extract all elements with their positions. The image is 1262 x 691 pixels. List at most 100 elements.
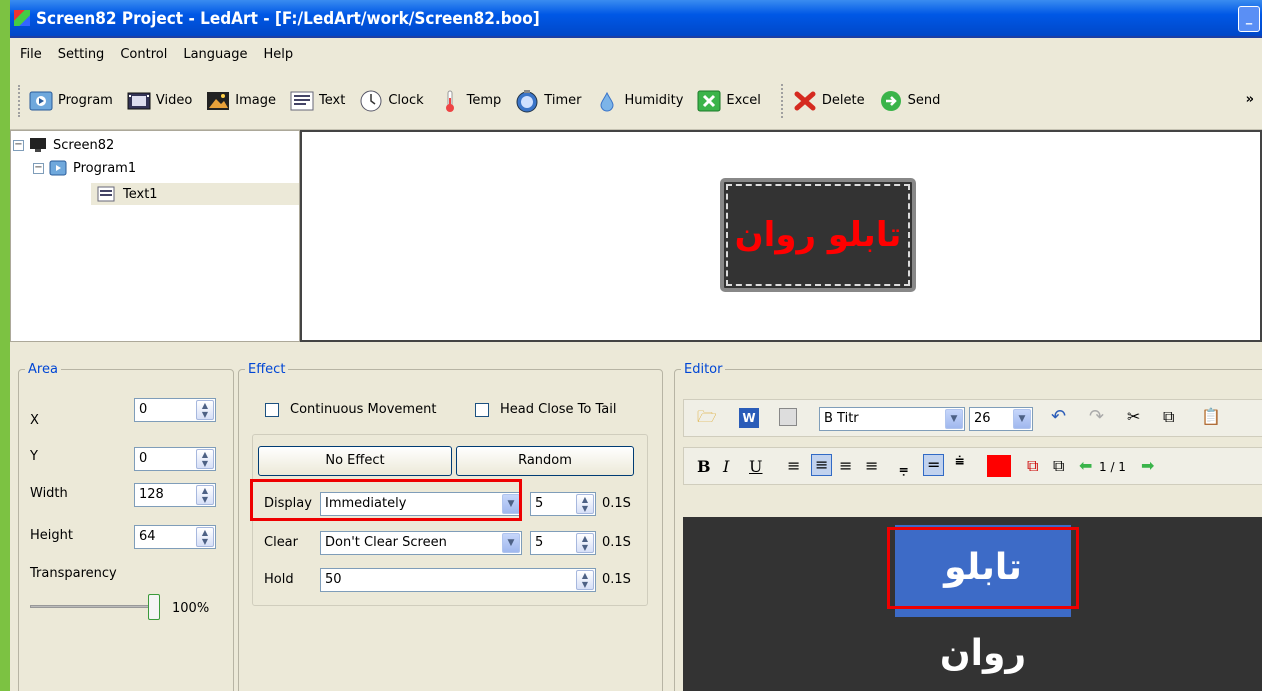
x-spinbox[interactable]: 0 ▲ ▼: [134, 398, 216, 422]
clear-speed-value: 5: [535, 535, 544, 550]
text-editor-area[interactable]: تابلو روان: [683, 517, 1262, 691]
continuous-movement-checkbox[interactable]: [265, 403, 279, 417]
app-window: Screen82 Project - LedArt - [F:/LedArt/w…: [10, 0, 1262, 691]
led-text-area[interactable]: تابلو روان: [720, 178, 916, 292]
foreground-color-icon[interactable]: ⧉: [1027, 456, 1038, 476]
transparency-slider-track[interactable]: [30, 605, 152, 608]
temp-label: Temp: [466, 93, 502, 108]
monitor-icon: [30, 138, 46, 152]
no-effect-button[interactable]: No Effect: [258, 446, 452, 476]
background-color-icon[interactable]: ⧉: [1053, 456, 1064, 476]
delete-x-icon: [793, 89, 817, 113]
collapse-toggle-icon[interactable]: −: [13, 139, 24, 151]
program-button[interactable]: Program: [27, 83, 115, 119]
menu-control[interactable]: Control: [112, 40, 175, 70]
image-button[interactable]: Image: [204, 83, 278, 119]
send-button[interactable]: Send: [877, 83, 943, 119]
bold-button[interactable]: B: [697, 457, 711, 477]
send-arrow-icon: [879, 89, 903, 113]
random-button[interactable]: Random: [456, 446, 634, 476]
font-size-select[interactable]: 26 ▼: [969, 407, 1033, 431]
program-icon: [49, 160, 67, 176]
valign-bottom-icon[interactable]: ⩦: [899, 459, 908, 479]
align-right-icon[interactable]: ≡: [839, 456, 852, 476]
spin-arrows-icon[interactable]: ▲ ▼: [576, 494, 594, 514]
toolbar-overflow-chevron[interactable]: »: [1246, 92, 1254, 107]
valign-middle-icon[interactable]: =: [923, 454, 945, 476]
toolbar-grip[interactable]: [18, 84, 21, 117]
head-close-label: Head Close To Tail: [500, 402, 617, 417]
image-label: Image: [235, 93, 277, 108]
transparency-value: 100%: [172, 601, 210, 616]
height-label: Height: [30, 528, 73, 543]
chevron-down-icon[interactable]: ▼: [945, 409, 963, 429]
excel-label: Excel: [726, 93, 761, 108]
clock-button[interactable]: Clock: [357, 83, 425, 119]
spin-arrows-icon[interactable]: ▲ ▼: [196, 485, 214, 505]
spin-arrows-icon[interactable]: ▲ ▼: [576, 533, 594, 553]
effect-legend: Effect: [248, 362, 286, 377]
screen-preview[interactable]: تابلو روان: [300, 130, 1262, 342]
width-spinbox[interactable]: 128 ▲ ▼: [134, 483, 216, 507]
head-close-checkbox[interactable]: [475, 403, 489, 417]
send-label: Send: [907, 93, 941, 108]
humidity-button[interactable]: Humidity: [593, 83, 685, 119]
highlight-box-editor-text: [887, 527, 1079, 609]
spin-arrows-icon[interactable]: ▲ ▼: [196, 449, 214, 469]
underline-button[interactable]: U: [749, 457, 762, 477]
spin-arrows-icon[interactable]: ▲ ▼: [196, 400, 214, 420]
valign-top-icon[interactable]: ⩧: [955, 451, 964, 471]
prev-page-arrow-icon[interactable]: ⬅: [1079, 456, 1092, 476]
tree-node-text[interactable]: Text1: [91, 183, 299, 205]
save-icon[interactable]: [779, 408, 797, 426]
minimize-button[interactable]: _: [1238, 6, 1260, 32]
tree-node-program[interactable]: − Program1: [33, 158, 136, 178]
display-speed-spinbox[interactable]: 5 ▲ ▼: [530, 492, 596, 516]
temp-button[interactable]: Temp: [436, 83, 504, 119]
font-select[interactable]: B Titr ▼: [819, 407, 965, 431]
chevron-down-icon[interactable]: ▼: [502, 533, 520, 553]
video-button[interactable]: Video: [125, 83, 194, 119]
redo-icon[interactable]: ↷: [1089, 407, 1104, 427]
next-page-arrow-icon[interactable]: ➡: [1141, 456, 1154, 476]
spin-arrows-icon[interactable]: ▲ ▼: [576, 570, 594, 590]
align-justify-icon[interactable]: ≡: [865, 456, 878, 476]
word-import-icon[interactable]: W: [739, 408, 759, 428]
height-spinbox[interactable]: 64 ▲ ▼: [134, 525, 216, 549]
collapse-toggle-icon[interactable]: −: [33, 162, 44, 174]
spin-arrows-icon[interactable]: ▲ ▼: [196, 527, 214, 547]
width-label: Width: [30, 486, 68, 501]
undo-icon[interactable]: ↶: [1051, 407, 1066, 427]
area-legend: Area: [28, 362, 58, 377]
y-value: 0: [139, 451, 148, 466]
italic-button[interactable]: I: [723, 457, 729, 477]
menu-help[interactable]: Help: [255, 40, 301, 70]
chevron-down-icon[interactable]: ▼: [1013, 409, 1031, 429]
menu-file[interactable]: File: [12, 40, 50, 70]
open-folder-icon[interactable]: 🗁: [697, 407, 717, 427]
paste-icon[interactable]: 📋: [1201, 407, 1221, 427]
timer-icon: [515, 89, 539, 113]
thermometer-icon: [438, 89, 462, 113]
tree-node-screen[interactable]: − Screen82: [13, 135, 114, 155]
excel-button[interactable]: Excel: [695, 83, 762, 119]
menu-setting[interactable]: Setting: [50, 40, 113, 70]
align-center-icon[interactable]: ≡: [811, 454, 833, 476]
align-left-icon[interactable]: ≡: [787, 456, 800, 476]
cut-icon[interactable]: ✂: [1127, 407, 1140, 427]
delete-label: Delete: [821, 93, 865, 108]
delete-button[interactable]: Delete: [791, 83, 867, 119]
menu-language[interactable]: Language: [175, 40, 255, 70]
toolbar-separator: [780, 83, 783, 118]
text-button[interactable]: Text: [288, 83, 347, 119]
y-spinbox[interactable]: 0 ▲ ▼: [134, 447, 216, 471]
copy-icon[interactable]: ⧉: [1163, 407, 1174, 427]
clear-select[interactable]: Don't Clear Screen ▼: [320, 531, 522, 555]
clear-speed-spinbox[interactable]: 5 ▲ ▼: [530, 531, 596, 555]
timer-button[interactable]: Timer: [513, 83, 583, 119]
text-color-swatch[interactable]: [987, 455, 1011, 477]
transparency-slider-thumb[interactable]: [148, 594, 160, 620]
excel-icon: [697, 89, 721, 113]
page-indicator: 1 / 1: [1099, 460, 1126, 474]
hold-spinbox[interactable]: 50 ▲ ▼: [320, 568, 596, 592]
